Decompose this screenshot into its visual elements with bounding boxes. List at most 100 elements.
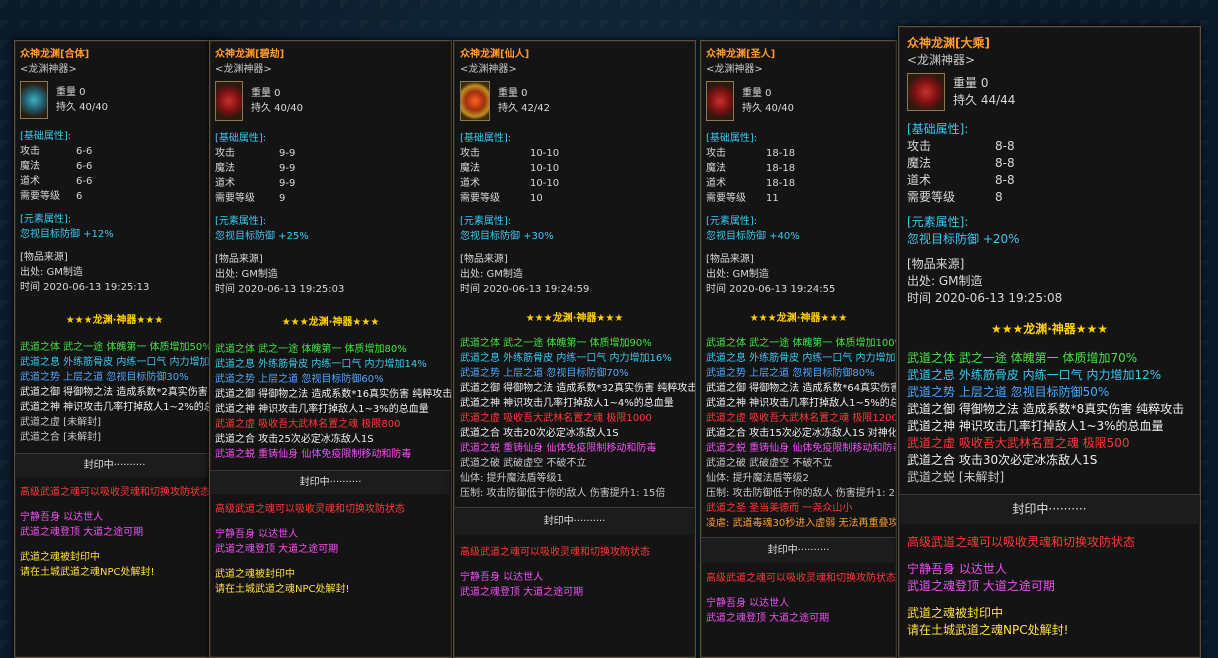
stat-value: 6 [76,191,83,202]
stat-list: 攻击 9-9 魔法 9-9 道术 9-9 需要等级 9 [215,146,446,206]
grade-stars: ★★★龙渊·神器★★★ [65,315,164,326]
skill-line: 武道之体 武之一途 体魄第一 体质增加100% [706,338,897,349]
stat-name: 需要等级 [706,193,746,204]
skill-line: 武道之御 得御物之法 造成系数*2真实伤害 纯粹攻击 [20,387,214,398]
skill-line: 武道之御 得御物之法 造成系数*64真实伤害 纯粹攻击 [706,383,897,394]
stat-name: 魔法 [706,163,726,174]
footer-line: 武道之魂被封印中 [907,606,1004,620]
skill-line: 武道之势 上层之道 忽视目标防御50% [907,385,1110,399]
stat-row: 攻击 18-18 [706,146,891,161]
item-tooltip-xianren: 众神龙渊[仙人] <龙渊神器> 重量 0 持久 42/42 [基础属性]: 攻击… [453,40,696,658]
item-icon[interactable] [215,81,243,121]
skill-line: 武道之合 攻击20次必定冰冻敌人1S [460,428,619,439]
stat-value: 6-6 [76,176,93,187]
stat-value: 10-10 [530,148,560,159]
item-icon[interactable] [460,81,490,121]
item-subtitle: <龙渊神器> [460,64,517,75]
seal-status: 封印中·········· [701,537,896,563]
item-icon[interactable] [706,81,734,121]
stat-value: 8-8 [995,139,1015,153]
stat-name: 魔法 [907,156,932,170]
stat-row: 需要等级 11 [706,191,891,206]
skill-line: 武道之蜕 重铸仙身 仙体免疫限制移动和防毒 [706,443,897,454]
skill-line: 武道之合 攻击15次必定冰冻敌人1S 对神化人物必 [706,428,897,439]
skill-line: 武道之体 武之一途 体魄第一 体质增加90% [460,338,652,349]
item-tooltip-bijie: 众神龙渊[碧劫] <龙渊神器> 重量 0 持久 40/40 [基础属性]: 攻击… [209,40,452,658]
skill-line: 武道之虚 吸收吾大武林名置之魂 极限500 [907,436,1130,450]
stat-name: 道术 [215,178,235,189]
skill-line: 武道之御 得御物之法 造成系数*8真实伤害 纯粹攻击 [907,402,1185,416]
skill-line: 武道之圣 圣当美德而 一尧众山小 [706,503,853,514]
footer-line [215,557,446,567]
source-time: 时间 2020-06-13 19:25:08 [907,291,1063,305]
item-title: 众神龙渊[合体] [20,49,90,60]
item-icon[interactable] [907,73,945,111]
source-header: [物品来源] [215,254,263,265]
skill-line: 武道之势 上层之道 忽视目标防御60% [215,374,384,385]
stat-name: 攻击 [907,139,932,153]
skill-line: 武道之神 神识攻击几率打掉敌人1~2%的总血量 [20,402,215,413]
item-weight: 重量 0 [742,88,772,99]
item-weight: 重量 0 [953,76,989,90]
item-weight: 重量 0 [251,88,281,99]
footer-line: 武道之魂被封印中 [20,552,100,563]
stat-value: 9-9 [279,148,296,159]
stat-value: 18-18 [766,178,796,189]
stat-name: 需要等级 [20,191,60,202]
element-attr: 忽视目标防御 +30% [460,231,554,242]
basic-attr-header: [基础属性]: [706,133,758,144]
skill-line: 武道之合 攻击25次必定冰冻敌人1S [215,434,374,445]
seal-status: 封印中·········· [454,507,695,535]
item-title: 众神龙渊[大乘] [907,36,990,50]
skill-list: 武道之体 武之一途 体魄第一 体质增加50% 武道之息 外练筋骨皮 内练一口气 内… [20,340,215,445]
skill-line: 武道之破 武破虚空 不破不立 [706,458,833,469]
footer-line: 武道之魂被封印中 [215,569,295,580]
stat-name: 道术 [20,176,40,187]
stat-row: 攻击 8-8 [907,138,1192,155]
stat-name: 需要等级 [907,190,956,204]
item-durability: 持久 44/44 [953,93,1016,107]
footer-line [460,560,689,570]
skill-line: 武道之虚 吸收吾大武林名置之魂 极限1200 [706,413,897,424]
stat-name: 需要等级 [215,193,255,204]
stat-row: 道术 6-6 [20,174,209,189]
stat-name: 道术 [460,178,480,189]
item-durability: 持久 40/40 [251,103,303,114]
item-title: 众神龙渊[碧劫] [215,49,285,60]
item-subtitle: <龙渊神器> [20,64,77,75]
stat-row: 道术 8-8 [907,172,1192,189]
footer-line: 武道之魂登顶 大道之途可期 [215,544,339,555]
item-subtitle: <龙渊神器> [706,64,763,75]
item-durability: 持久 40/40 [56,102,108,113]
stat-name: 攻击 [215,148,235,159]
element-attr-header: [元素属性]: [460,216,512,227]
footer-line: 请在土城武道之魂NPC处解封! [215,584,350,595]
footer-line [907,551,1192,561]
item-icon[interactable] [20,81,48,119]
footer-line [907,595,1192,605]
skill-line: 武道之势 上层之道 忽视目标防御80% [706,368,875,379]
stat-value: 11 [766,193,779,204]
skill-line: 武道之御 得御物之法 造成系数*16真实伤害 纯粹攻击 [215,389,452,400]
footer-line: 宁静吾身 以达世人 [706,598,790,609]
stat-row: 魔法 6-6 [20,159,209,174]
stat-value: 6-6 [76,146,93,157]
stat-row: 道术 18-18 [706,176,891,191]
grade-stars: ★★★龙渊·神器★★★ [749,313,848,324]
skill-line: 武道之神 神识攻击几率打掉敌人1~4%的总血量 [460,398,674,409]
skill-line: 武道之息 外练筋骨皮 内练一口气 内力增加20% [706,353,897,364]
grade-stars: ★★★龙渊·神器★★★ [990,322,1109,336]
skill-line: 武道之体 武之一途 体魄第一 体质增加70% [907,351,1138,365]
source-origin: 出处: GM制造 [460,269,523,280]
footer-list: 高级武道之魂可以吸收灵魂和切换攻防状态 宁静吾身 以达世人 武道之魂登顶 大道之途可… [460,545,689,600]
footer-line: 请在土城武道之魂NPC处解封! [907,623,1069,637]
skill-line: 压制: 攻击防御低于你的敌人 伤害提升1: 15倍 [460,488,666,499]
skill-line: 仙体: 提升魔法盾等级2 [706,473,809,484]
stat-name: 魔法 [460,163,480,174]
stat-row: 攻击 9-9 [215,146,446,161]
basic-attr-header: [基础属性]: [460,133,512,144]
stat-row: 攻击 10-10 [460,146,689,161]
skill-line: 武道之神 神识攻击几率打掉敌人1~3%的总血量 [907,419,1164,433]
skill-line: 武道之息 外练筋骨皮 内练一口气 内力增加12% [907,368,1162,382]
element-attr-header: [元素属性]: [215,216,267,227]
